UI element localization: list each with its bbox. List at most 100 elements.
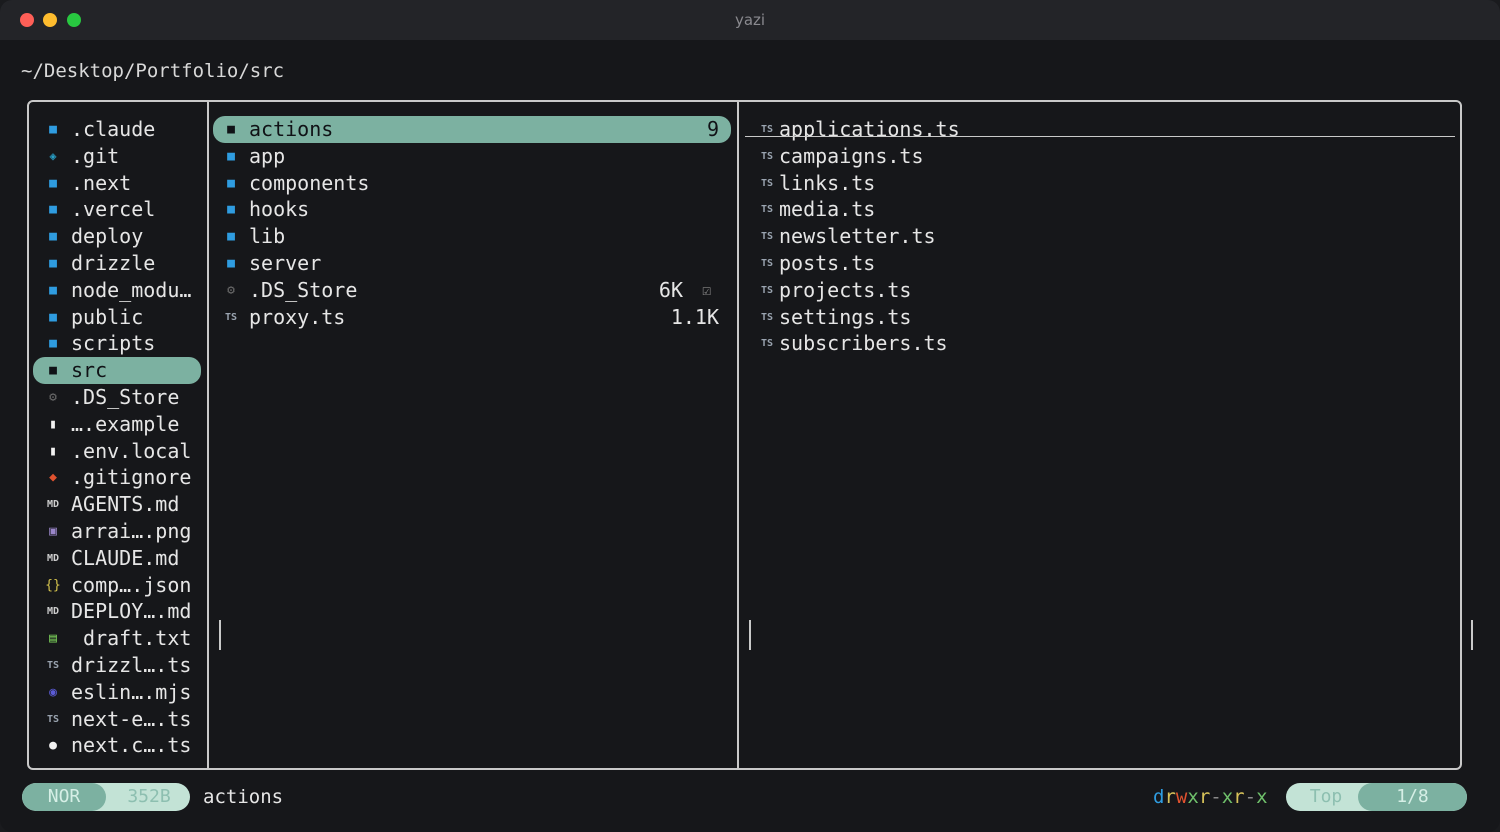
parent-list-item[interactable]: ▣ arrai….png: [33, 518, 201, 545]
file-name: projects.ts: [779, 277, 912, 302]
preview-list-item[interactable]: TS projects.ts: [743, 277, 1443, 304]
parent-list-item[interactable]: ◉ eslin….mjs: [33, 679, 201, 706]
parent-list-item[interactable]: TS drizzl….ts: [33, 652, 201, 679]
file-name: .DS_Store: [71, 385, 180, 409]
typescript-icon: TS: [760, 311, 774, 323]
folder-icon: ■: [49, 175, 57, 191]
parent-list-item[interactable]: ■ .claude: [33, 116, 201, 143]
file-name: .git: [71, 143, 120, 168]
file-name: draft.txt: [71, 626, 192, 651]
file-name: public: [71, 304, 144, 329]
parent-list-item[interactable]: {} comp….json: [33, 572, 201, 599]
nextjs-icon: ●: [49, 738, 57, 754]
file-name: ….example: [71, 411, 180, 436]
window-scrollbar[interactable]: [1471, 620, 1473, 650]
folder-open-icon: ■: [49, 363, 57, 379]
preview-list-item[interactable]: TS media.ts: [743, 196, 1443, 223]
json-icon: {}: [45, 577, 61, 593]
preview-list-item[interactable]: TS applications.ts: [743, 116, 1443, 143]
file-name: media.ts: [779, 197, 876, 222]
parent-list-item[interactable]: ◈ .git: [33, 143, 201, 170]
file-name: DEPLOY….md: [71, 599, 192, 624]
current-list-item[interactable]: ■ lib: [213, 223, 731, 250]
file-name: eslin….mjs: [71, 679, 192, 704]
current-list-item[interactable]: ■ components: [213, 170, 731, 197]
parent-list-item[interactable]: ▤ draft.txt: [33, 625, 201, 652]
current-pane-scrollbar[interactable]: [219, 620, 221, 650]
typescript-icon: TS: [760, 204, 774, 216]
preview-list-item[interactable]: TS subscribers.ts: [743, 330, 1443, 357]
title-bar: yazi: [0, 0, 1500, 40]
preview-list-item[interactable]: TS campaigns.ts: [743, 143, 1443, 170]
parent-list-item[interactable]: TS next-e….ts: [33, 706, 201, 733]
typescript-icon: TS: [760, 284, 774, 296]
typescript-icon: TS: [760, 150, 774, 162]
parent-list-item[interactable]: ▮ .env.local: [33, 438, 201, 465]
folder-icon: ■: [49, 122, 57, 137]
parent-list-item[interactable]: ■ public: [33, 304, 201, 331]
parent-list-item[interactable]: ■ .next: [33, 170, 201, 197]
pane-divider-left: [207, 102, 209, 768]
mode-pill: NOR 352B: [22, 783, 190, 811]
file-name: .claude: [71, 117, 156, 141]
folder-icon: ■: [227, 175, 235, 191]
window-title: yazi: [734, 11, 766, 29]
parent-list-item[interactable]: ■ scripts: [33, 330, 201, 357]
parent-list-item[interactable]: ⚙ .DS_Store: [33, 384, 201, 411]
current-list-item[interactable]: ■ hooks: [213, 196, 731, 223]
parent-list-item[interactable]: ▮ ….example: [33, 411, 201, 438]
typescript-icon: TS: [760, 258, 774, 269]
parent-list-item[interactable]: ■ .vercel: [33, 196, 201, 223]
parent-list-item[interactable]: MD DEPLOY….md: [33, 598, 201, 625]
file-name: .vercel: [71, 197, 156, 222]
folder-icon: ■: [49, 202, 57, 218]
folder-icon: ■: [49, 256, 57, 271]
file-name: drizzl….ts: [71, 653, 192, 677]
text-file-icon: ▤: [49, 631, 57, 647]
preview-list-item[interactable]: TS posts.ts: [743, 250, 1443, 277]
preview-pane-scrollbar[interactable]: [749, 620, 751, 650]
file-name: hooks: [249, 197, 310, 222]
current-list-item[interactable]: ■ actions 9: [213, 116, 731, 143]
folder-icon: ■: [227, 148, 235, 164]
file-name: actions: [249, 117, 334, 141]
typescript-icon: TS: [760, 231, 774, 243]
preview-list-item[interactable]: TS newsletter.ts: [743, 223, 1443, 250]
hovered-file-name: actions: [203, 786, 284, 808]
parent-list-item[interactable]: ● next.c….ts: [33, 732, 201, 759]
current-path: ~/Desktop/Portfolio/src: [21, 60, 285, 82]
file-name: .env.local: [71, 438, 192, 463]
markdown-icon: MD: [46, 499, 60, 511]
mode-indicator: NOR: [22, 783, 106, 811]
file-icon: ▮: [49, 416, 57, 432]
parent-list-item[interactable]: ■ src: [33, 357, 201, 384]
parent-list-item[interactable]: MD CLAUDE.md: [33, 545, 201, 572]
current-list-item[interactable]: ■ app: [213, 143, 731, 170]
markdown-icon: MD: [46, 552, 60, 564]
preview-hover-underline: [745, 136, 1455, 137]
current-list-item[interactable]: TS proxy.ts 1.1K: [213, 304, 731, 331]
preview-list-item[interactable]: TS links.ts: [743, 170, 1443, 197]
typescript-icon: TS: [760, 177, 774, 189]
file-name: .gitignore: [71, 465, 192, 490]
file-name: app: [249, 143, 286, 168]
folder-icon: ■: [49, 229, 57, 245]
folder-icon: ■: [227, 229, 235, 245]
parent-list-item[interactable]: MD AGENTS.md: [33, 491, 201, 518]
file-name: lib: [249, 224, 286, 249]
file-name: arrai….png: [71, 519, 192, 543]
parent-list-item[interactable]: ◆ .gitignore: [33, 464, 201, 491]
file-name: applications.ts: [779, 117, 960, 141]
checkbox-icon[interactable]: ☑: [702, 277, 711, 304]
current-list-item[interactable]: ⚙ .DS_Store 6K ☑: [213, 277, 731, 304]
parent-list-item[interactable]: ■ drizzle: [33, 250, 201, 277]
git-icon: ◆: [49, 470, 57, 486]
file-name: next-e….ts: [71, 706, 192, 731]
preview-list-item[interactable]: TS settings.ts: [743, 304, 1443, 331]
file-name: proxy.ts: [249, 304, 346, 329]
current-list-item[interactable]: ■ server: [213, 250, 731, 277]
parent-list-item[interactable]: ■ node_modu…: [33, 277, 201, 304]
typescript-icon: TS: [46, 660, 60, 671]
file-icon: ▮: [49, 443, 57, 459]
parent-list-item[interactable]: ■ deploy: [33, 223, 201, 250]
